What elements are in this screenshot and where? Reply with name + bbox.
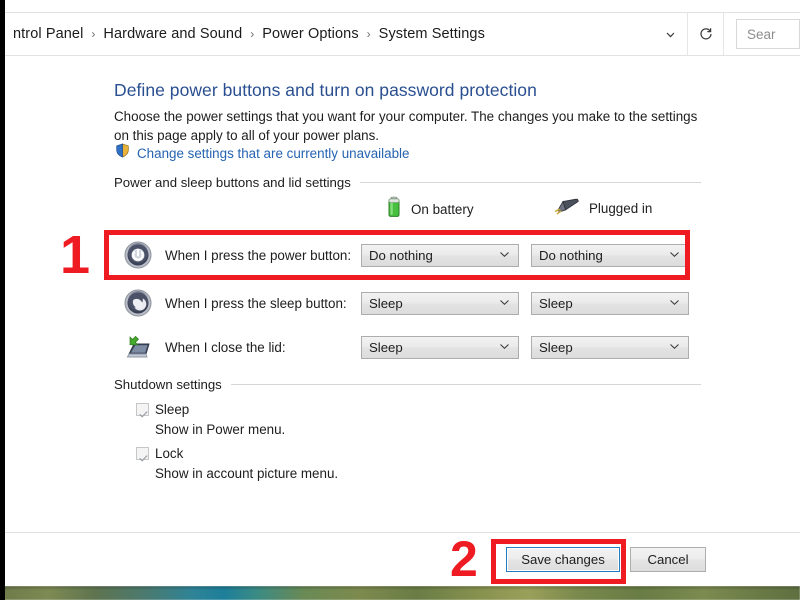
battery-icon	[386, 196, 402, 223]
dialog-footer: Save changes Cancel	[5, 532, 800, 586]
breadcrumb-separator-icon: ›	[91, 27, 96, 41]
setting-row-power-button-label: When I press the power button:	[165, 247, 352, 263]
check-icon	[139, 449, 148, 462]
power-group-header: Power and sleep buttons and lid settings	[114, 175, 701, 190]
search-input[interactable]: Sear	[736, 19, 800, 49]
chevron-down-icon[interactable]	[663, 27, 677, 41]
setting-row-sleep-button-label: When I press the sleep button:	[165, 295, 347, 311]
group-divider	[359, 182, 701, 183]
setting-row-sleep-button: When I press the sleep button: Sleep Sle…	[123, 288, 693, 318]
setting-row-close-lid-label: When I close the lid:	[165, 339, 286, 355]
wallpaper-shadow	[0, 586, 800, 590]
close-lid-on-battery-dropdown[interactable]: Sleep	[361, 335, 519, 359]
change-settings-link[interactable]: Change settings that are currently unava…	[115, 143, 409, 163]
power-button-on-battery-value: Do nothing	[369, 247, 433, 263]
breadcrumb-separator-icon: ›	[366, 27, 371, 41]
breadcrumb-item-power-options[interactable]: Power Options	[260, 26, 360, 42]
power-group-header-label: Power and sleep buttons and lid settings	[114, 175, 351, 190]
column-header-on-battery: On battery	[386, 196, 474, 223]
setting-row-close-lid: When I close the lid: Sleep Sleep	[123, 332, 693, 362]
breadcrumb-separator-icon: ›	[250, 27, 255, 41]
chevron-down-icon	[669, 338, 680, 356]
group-divider	[230, 384, 701, 385]
close-lid-plugged-in-dropdown[interactable]: Sleep	[531, 335, 689, 359]
breadcrumb-item-hardware-and-sound[interactable]: Hardware and Sound	[101, 26, 244, 42]
close-lid-on-battery-value: Sleep	[369, 339, 403, 355]
column-header-plugged-in: Plugged in	[554, 196, 652, 221]
checkbox-lock-label: Lock	[155, 446, 184, 461]
power-button-plugged-in-value: Do nothing	[539, 247, 603, 263]
chevron-down-icon	[499, 294, 510, 312]
laptop-lid-icon	[123, 332, 153, 362]
check-icon	[139, 405, 148, 418]
shutdown-group-header: Shutdown settings	[114, 377, 701, 392]
sleep-button-on-battery-dropdown[interactable]: Sleep	[361, 291, 519, 315]
sleep-button-plugged-in-dropdown[interactable]: Sleep	[531, 291, 689, 315]
cancel-button[interactable]: Cancel	[630, 547, 706, 572]
breadcrumb-item-system-settings[interactable]: System Settings	[377, 26, 487, 42]
shield-icon	[115, 143, 130, 163]
checkbox-sleep-label: Sleep	[155, 402, 190, 417]
change-settings-link-label[interactable]: Change settings that are currently unava…	[137, 146, 409, 161]
setting-row-power-button: When I press the power button: Do nothin…	[123, 240, 693, 270]
refresh-icon[interactable]	[688, 13, 724, 55]
breadcrumb[interactable]: ntrol Panel › Hardware and Sound › Power…	[5, 13, 688, 55]
power-button-plugged-in-dropdown[interactable]: Do nothing	[531, 243, 689, 267]
chevron-down-icon	[499, 338, 510, 356]
desktop-wallpaper	[0, 586, 800, 600]
chevron-down-icon	[499, 246, 510, 264]
sleep-moon-icon	[123, 288, 153, 318]
checkbox-lock[interactable]: Lock	[136, 446, 184, 462]
chevron-down-icon	[669, 294, 680, 312]
close-lid-plugged-in-value: Sleep	[539, 339, 573, 355]
shutdown-group-header-label: Shutdown settings	[114, 377, 222, 392]
power-button-on-battery-dropdown[interactable]: Do nothing	[361, 243, 519, 267]
page-title: Define power buttons and turn on passwor…	[114, 80, 537, 100]
checkbox-sleep-description: Show in Power menu.	[155, 422, 286, 437]
sleep-button-on-battery-value: Sleep	[369, 295, 403, 311]
power-plug-icon	[554, 196, 580, 221]
breadcrumb-item-control-panel[interactable]: ntrol Panel	[11, 26, 85, 42]
checkbox-lock-box[interactable]	[136, 447, 149, 462]
save-changes-button[interactable]: Save changes	[506, 547, 620, 572]
column-header-plugged-in-label: Plugged in	[589, 201, 653, 216]
address-bar: ntrol Panel › Hardware and Sound › Power…	[5, 12, 800, 56]
column-header-on-battery-label: On battery	[411, 202, 474, 217]
chevron-down-icon	[669, 246, 680, 264]
sleep-button-plugged-in-value: Sleep	[539, 295, 573, 311]
screenshot-root: ntrol Panel › Hardware and Sound › Power…	[0, 0, 800, 600]
page-description: Choose the power settings that you want …	[114, 109, 698, 143]
checkbox-sleep-box[interactable]	[136, 403, 149, 418]
power-button-icon	[123, 240, 153, 270]
checkbox-sleep[interactable]: Sleep	[136, 402, 190, 418]
search-placeholder: Sear	[747, 26, 776, 42]
checkbox-lock-description: Show in account picture menu.	[155, 466, 339, 481]
settings-content-pane: Define power buttons and turn on passwor…	[5, 57, 800, 532]
